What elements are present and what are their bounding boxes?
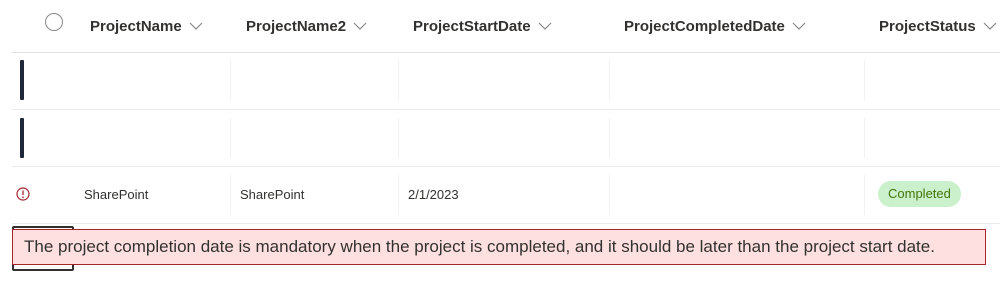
cell-projectstartdate[interactable]: 2/1/2023	[408, 187, 459, 202]
list-grid: ProjectName ProjectName2 ProjectStartDat…	[0, 0, 1000, 281]
table-row[interactable]	[12, 110, 1000, 167]
cell-divider	[864, 60, 865, 101]
column-header-label: ProjectName2	[246, 17, 347, 35]
column-header-label: ProjectStatus	[879, 17, 976, 35]
chevron-down-icon	[792, 21, 806, 31]
chevron-down-icon	[189, 21, 203, 31]
column-header-projectname2[interactable]: ProjectName2	[246, 0, 367, 52]
column-header-row: ProjectName ProjectName2 ProjectStartDat…	[12, 0, 1000, 53]
cell-divider	[230, 118, 231, 158]
chevron-down-icon	[983, 21, 997, 31]
column-header-projectname[interactable]: ProjectName	[90, 0, 203, 52]
cell-divider	[398, 60, 399, 101]
cell-divider	[398, 175, 399, 215]
validation-error-tooltip: The project completion date is mandatory…	[12, 229, 986, 265]
cell-projectname[interactable]: SharePoint	[84, 187, 148, 202]
column-header-projectstartdate[interactable]: ProjectStartDate	[413, 0, 552, 52]
cell-projectname2[interactable]: SharePoint	[240, 187, 304, 202]
column-header-projectcompleteddate[interactable]: ProjectCompletedDate	[624, 0, 806, 52]
row-edit-marker	[20, 60, 24, 100]
validation-error-message: The project completion date is mandatory…	[24, 237, 935, 256]
table-row[interactable]: SharePoint SharePoint 2/1/2023 Completed	[12, 167, 1000, 224]
chevron-down-icon	[353, 21, 367, 31]
chevron-down-icon	[538, 21, 552, 31]
row-edit-marker	[20, 118, 24, 158]
cell-divider	[398, 118, 399, 158]
column-header-projectstatus[interactable]: ProjectStatus	[879, 0, 997, 52]
cell-divider	[230, 175, 231, 215]
cell-divider	[864, 118, 865, 158]
column-header-label: ProjectCompletedDate	[624, 17, 785, 35]
cell-divider	[609, 175, 610, 215]
cell-divider	[609, 118, 610, 158]
cell-divider	[864, 175, 865, 215]
column-header-label: ProjectName	[90, 17, 182, 35]
table-row[interactable]	[12, 52, 1000, 110]
cell-divider	[609, 60, 610, 101]
column-header-label: ProjectStartDate	[413, 17, 531, 35]
error-circle-icon	[16, 187, 30, 201]
select-all-checkbox[interactable]	[45, 13, 63, 31]
status-badge[interactable]: Completed	[878, 181, 961, 207]
cell-divider	[230, 60, 231, 101]
